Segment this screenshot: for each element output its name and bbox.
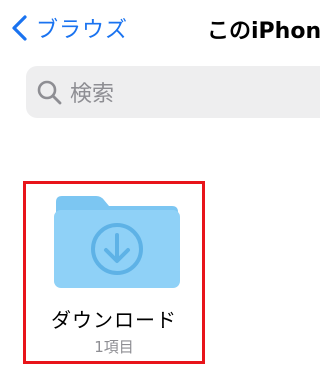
files-screen: ブラウズ このiPhon 検索 ダウンロード 1項目 (0, 0, 320, 386)
back-button[interactable]: ブラウズ (10, 10, 128, 46)
search-icon (37, 80, 62, 105)
folder-name: ダウンロード (51, 308, 177, 332)
back-button-label: ブラウズ (36, 18, 129, 43)
folder-item-count: 1項目 (94, 338, 134, 356)
folder-item-downloads[interactable]: ダウンロード 1項目 (23, 181, 205, 364)
download-folder-icon (54, 196, 180, 288)
page-title: このiPhon (207, 19, 320, 44)
search-input[interactable]: 検索 (26, 66, 320, 118)
navigation-bar: ブラウズ このiPhon (0, 0, 320, 56)
search-placeholder: 検索 (70, 82, 115, 107)
chevron-left-icon (12, 15, 27, 41)
